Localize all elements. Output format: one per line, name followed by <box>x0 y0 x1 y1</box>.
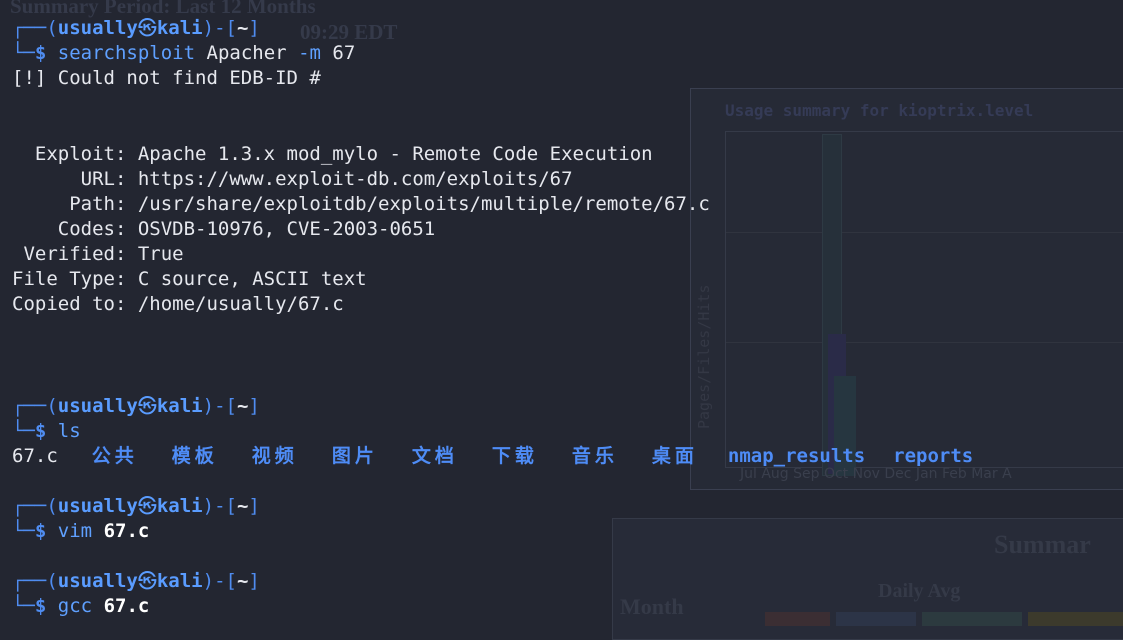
command-line-searchsploit[interactable]: └─$ searchsploit Apacher -m 67 <box>12 41 355 66</box>
ls-dir: 音乐 <box>571 445 618 467</box>
command-name: vim <box>57 520 93 542</box>
exploit-output: Exploit: Apache 1.3.x mod_mylo - Remote … <box>12 143 653 165</box>
verified-output: Verified: True <box>12 243 184 265</box>
ls-dir: 文档 <box>411 445 458 467</box>
ls-dir: nmap_results <box>727 445 866 467</box>
filetype-output: File Type: C source, ASCII text <box>12 268 367 290</box>
copied-output: Copied to: /home/usually/67.c <box>12 293 344 315</box>
ls-file: 67.c <box>12 445 58 467</box>
command-line-ls[interactable]: └─$ ls <box>12 419 81 444</box>
ls-dir: reports <box>893 445 974 467</box>
ls-output: 67.c 公共 模板 视频 图片 文档 下载 音乐 桌面 nmap_results reports <box>12 444 973 469</box>
prompt-line: ┌──(usually㉿kali)-[~] <box>12 17 260 39</box>
prompt-line: ┌──(usually㉿kali)-[~] <box>12 570 260 592</box>
codes-output: Codes: OSVDB-10976, CVE-2003-0651 <box>12 218 436 240</box>
error-output: [!] Could not find EDB-ID # <box>12 67 321 89</box>
ls-dir: 图片 <box>331 445 378 467</box>
ls-dir: 模板 <box>171 445 218 467</box>
command-name: ls <box>57 420 81 442</box>
prompt-line: ┌──(usually㉿kali)-[~] <box>12 395 260 417</box>
prompt-line: ┌──(usually㉿kali)-[~] <box>12 495 260 517</box>
command-name: gcc <box>57 595 93 617</box>
command-line-vim[interactable]: └─$ vim 67.c <box>12 519 149 544</box>
command-line-gcc[interactable]: └─$ gcc 67.c <box>12 594 149 619</box>
ls-dir: 公共 <box>91 445 138 467</box>
url-output: URL: https://www.exploit-db.com/exploits… <box>12 168 573 190</box>
ls-dir: 桌面 <box>651 445 698 467</box>
command-name: searchsploit <box>57 42 196 64</box>
ls-dir: 视频 <box>251 445 298 467</box>
terminal-window[interactable]: ┌──(usually㉿kali)-[~] └─$ searchsploit A… <box>0 0 1123 623</box>
ls-dir: 下载 <box>491 445 538 467</box>
path-output: Path: /usr/share/exploitdb/exploits/mult… <box>12 193 710 215</box>
